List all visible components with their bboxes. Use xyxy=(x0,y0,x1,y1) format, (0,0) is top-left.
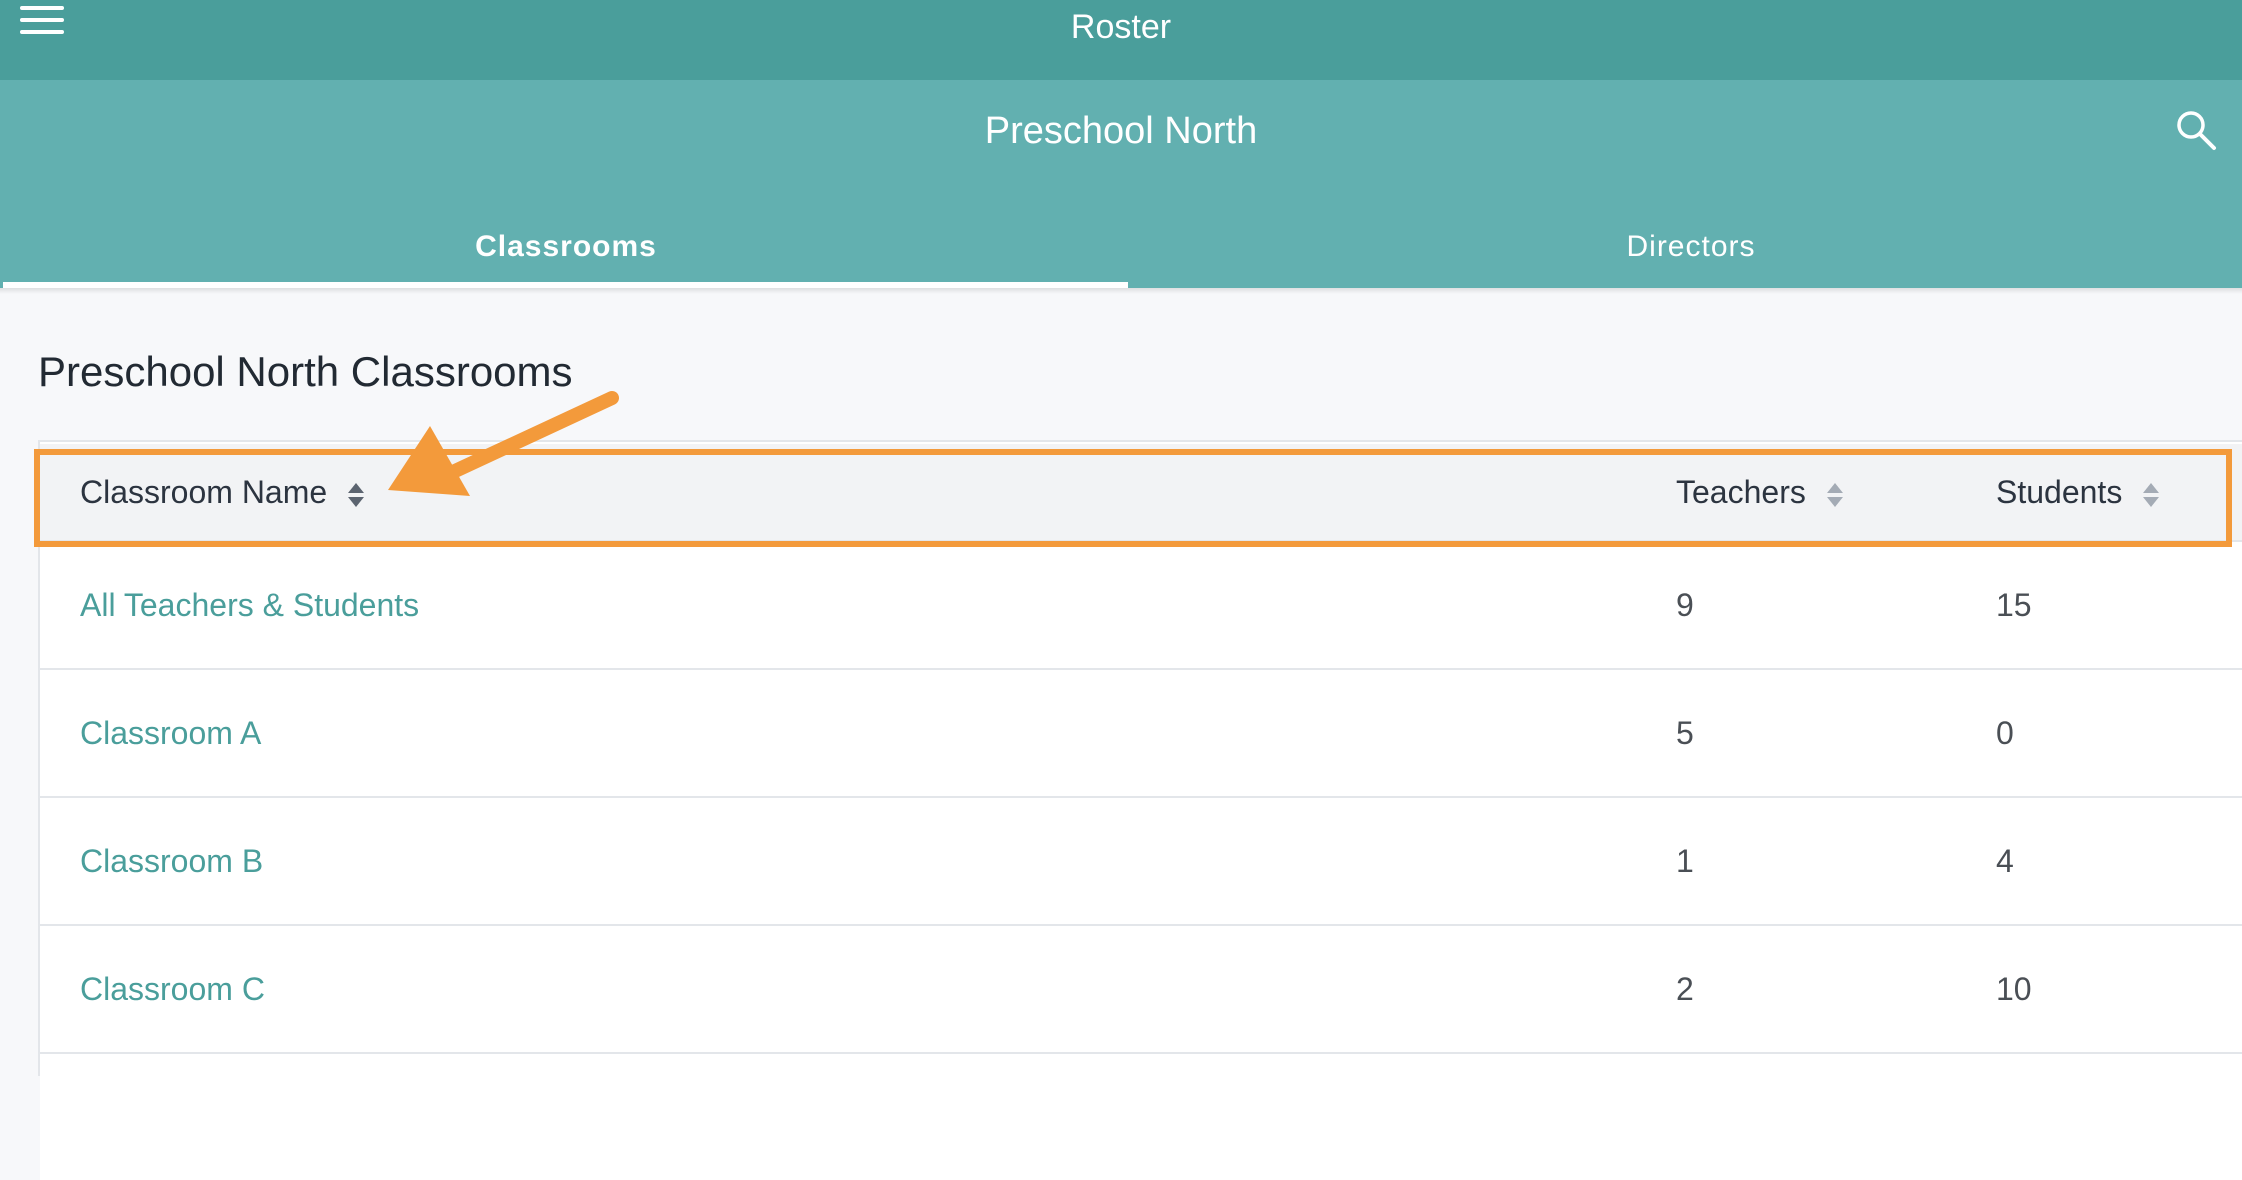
school-header: Preschool North Classrooms Directors xyxy=(0,80,2242,288)
students-count: 10 xyxy=(1996,971,2032,1007)
column-header-label: Teachers xyxy=(1676,474,1806,510)
tab-classrooms[interactable]: Classrooms xyxy=(3,210,1129,288)
page-title: Preschool North Classrooms xyxy=(38,348,573,395)
table-row: Classroom A 5 0 xyxy=(40,668,2242,796)
students-count: 15 xyxy=(1996,587,2032,623)
students-count: 0 xyxy=(1996,715,2014,751)
column-header-label: Students xyxy=(1996,474,2123,510)
search-icon[interactable] xyxy=(2174,108,2218,152)
table-row xyxy=(40,1052,2242,1180)
table-row: Classroom C 2 10 xyxy=(40,924,2242,1052)
teachers-count: 1 xyxy=(1676,843,1694,879)
column-header-students[interactable]: Students xyxy=(1996,444,2160,540)
classroom-name-link[interactable]: All Teachers & Students xyxy=(80,542,419,668)
header-shadow xyxy=(0,288,2242,294)
sort-icon[interactable] xyxy=(2142,480,2160,510)
teachers-count: 9 xyxy=(1676,587,1694,623)
sort-icon[interactable] xyxy=(1826,480,1844,510)
teachers-count: 2 xyxy=(1676,971,1694,1007)
top-app-bar: Roster xyxy=(0,0,2242,80)
column-header-teachers[interactable]: Teachers xyxy=(1676,444,1844,540)
classrooms-table: Classroom Name Teachers Students All Tea… xyxy=(38,440,2242,1180)
teachers-count: 5 xyxy=(1676,715,1694,751)
table-row: Classroom B 1 4 xyxy=(40,796,2242,924)
app-title: Roster xyxy=(1070,8,1172,46)
table-header-row: Classroom Name Teachers Students xyxy=(40,444,2242,540)
classroom-name-link[interactable]: Classroom C xyxy=(80,926,265,1052)
students-count: 4 xyxy=(1996,843,2014,879)
classroom-name-link[interactable]: Classroom B xyxy=(80,798,263,924)
table-row: All Teachers & Students 9 15 xyxy=(40,540,2242,668)
sort-icon[interactable] xyxy=(347,480,365,510)
school-name: Preschool North xyxy=(984,110,1258,152)
tab-directors[interactable]: Directors xyxy=(1128,210,2242,288)
classroom-name-link[interactable]: Classroom A xyxy=(80,670,261,796)
column-header-label: Classroom Name xyxy=(80,474,328,510)
column-header-classroom-name[interactable]: Classroom Name xyxy=(80,444,365,540)
